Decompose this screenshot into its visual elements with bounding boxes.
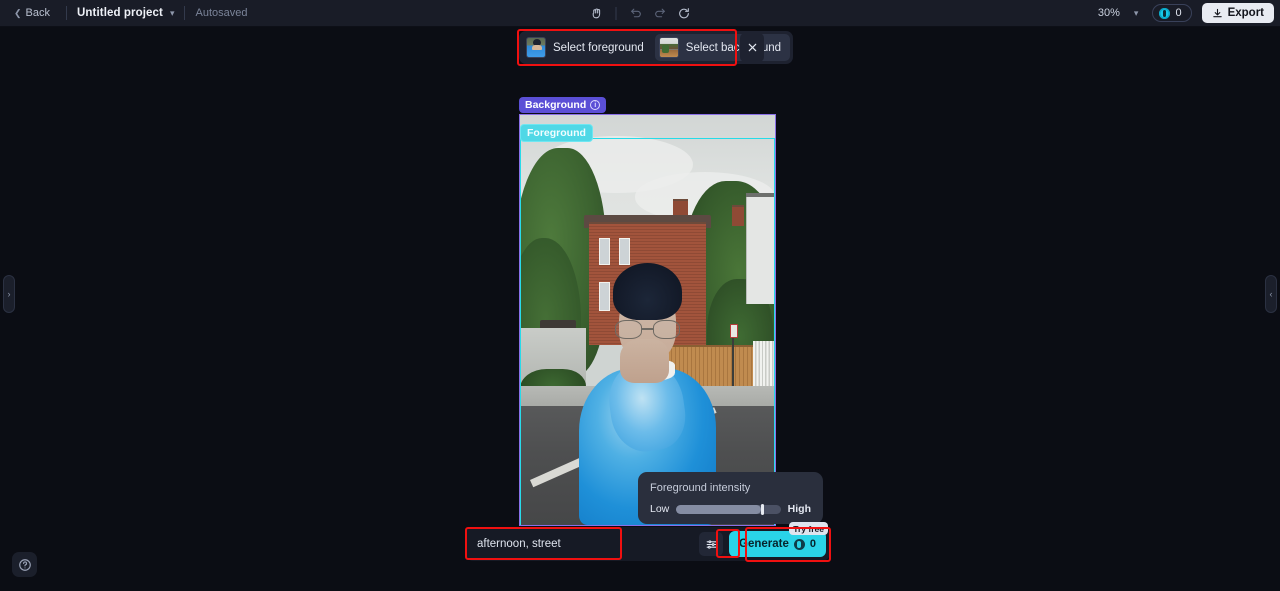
redo-icon[interactable]	[649, 3, 671, 23]
chevron-down-icon: ▾	[1133, 7, 1139, 18]
generate-button-label: Generate	[739, 538, 789, 550]
street-sign	[730, 324, 739, 339]
prompt-bar: Generate 0 Try free	[465, 522, 830, 561]
help-circle-icon	[18, 558, 31, 571]
info-icon[interactable]: i	[590, 100, 601, 110]
export-button[interactable]: Export	[1201, 3, 1274, 23]
foreground-intensity-panel: Foreground intensity Low High	[638, 472, 823, 524]
image-canvas[interactable]	[519, 114, 776, 526]
chevron-down-icon[interactable]: ▾	[170, 8, 175, 19]
glasses-lens-left	[614, 320, 643, 339]
undo-icon[interactable]	[625, 3, 647, 23]
download-icon	[1212, 8, 1222, 17]
select-foreground-label: Select foreground	[553, 41, 644, 54]
divider	[615, 6, 617, 20]
close-icon	[748, 43, 756, 52]
chevron-left-icon: ❮	[14, 7, 22, 18]
select-background-label: Select background	[685, 41, 782, 54]
glasses-icon	[614, 320, 681, 339]
top-bar-tools	[586, 0, 695, 26]
generate-button[interactable]: Generate 0 Try free	[729, 522, 828, 557]
generate-cost: 0	[809, 538, 816, 550]
top-bar: ❮ Back Untitled project ▾ Autosaved 30% …	[0, 0, 1280, 27]
background-badge[interactable]: Background i	[519, 97, 607, 113]
window	[619, 238, 630, 265]
select-foreground-button[interactable]: Select foreground	[522, 34, 653, 61]
glasses-bridge	[642, 328, 653, 330]
foreground-intensity-slider[interactable]	[676, 503, 781, 515]
chevron-right-icon: ›	[7, 289, 11, 299]
left-panel-toggle[interactable]: ›	[3, 275, 15, 313]
export-button-label: Export	[1227, 7, 1264, 19]
right-panel-toggle[interactable]: ‹	[1265, 275, 1277, 313]
autosaved-status: Autosaved	[195, 7, 248, 19]
chimney	[731, 205, 745, 226]
top-bar-right: 30% ▾ 0 Export	[1094, 0, 1274, 26]
zoom-control[interactable]: 30% ▾	[1094, 4, 1143, 22]
background-badge-label: Background	[525, 99, 587, 111]
foreground-thumbnail-icon	[526, 37, 546, 58]
reset-icon[interactable]	[673, 3, 695, 23]
window	[599, 238, 610, 265]
coin-icon	[1159, 7, 1171, 19]
help-button[interactable]	[12, 552, 37, 577]
prompt-settings-icon[interactable]	[699, 532, 724, 556]
coin-icon	[793, 538, 805, 550]
try-free-badge: Try free	[789, 522, 828, 535]
right-house	[746, 197, 775, 304]
divider	[66, 6, 68, 20]
top-bar-left: ❮ Back Untitled project ▾ Autosaved	[0, 0, 247, 26]
zoom-level: 30%	[1097, 7, 1120, 19]
back-button-label: Back	[25, 7, 51, 19]
hair	[613, 262, 682, 321]
select-background-button[interactable]: Select background	[654, 34, 791, 61]
hand-tool-icon[interactable]	[586, 3, 608, 23]
credits-count: 0	[1175, 7, 1182, 19]
background-bounds-frame	[519, 114, 776, 526]
slider-fill	[676, 504, 761, 514]
foreground-badge[interactable]: Foreground	[520, 124, 593, 142]
close-selector-button[interactable]	[740, 33, 764, 62]
app-root: ❮ Back Untitled project ▾ Autosaved 30% …	[0, 0, 1280, 591]
foreground-intensity-row: Low High	[650, 503, 811, 515]
project-name: Untitled project	[77, 7, 163, 19]
background-thumbnail-icon	[658, 37, 679, 58]
back-button[interactable]: ❮ Back	[8, 4, 56, 22]
slider-handle[interactable]	[760, 503, 764, 515]
intensity-high-label: High	[787, 503, 811, 515]
glasses-lens-right	[652, 320, 681, 339]
prompt-input[interactable]	[465, 527, 700, 561]
divider	[184, 6, 186, 20]
credits-pill[interactable]: 0	[1152, 4, 1192, 22]
hand	[620, 338, 669, 384]
foreground-badge-label: Foreground	[527, 127, 586, 139]
chevron-left-icon: ‹	[1269, 289, 1273, 299]
intensity-low-label: Low	[650, 503, 670, 515]
foreground-intensity-title: Foreground intensity	[650, 482, 751, 494]
photo-preview	[520, 115, 775, 525]
